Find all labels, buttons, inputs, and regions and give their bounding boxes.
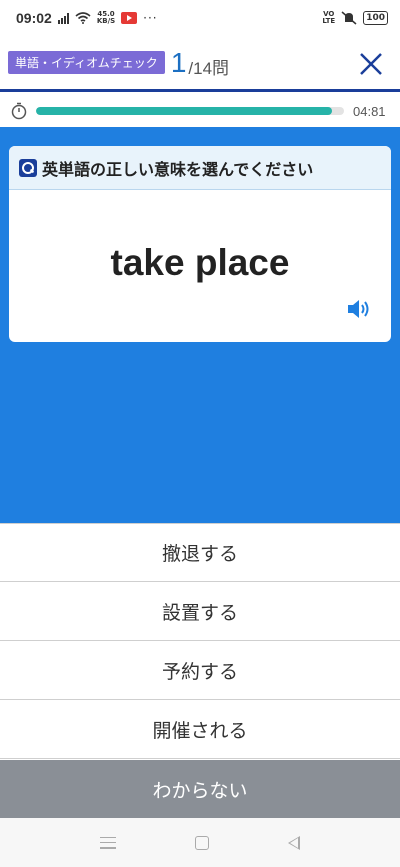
question-search-icon: [19, 158, 37, 177]
question-word: take place: [110, 242, 290, 283]
question-card-header: 英単語の正しい意味を選んでください: [9, 146, 391, 190]
battery-indicator: 100: [363, 11, 388, 25]
current-question-number: 1: [170, 46, 187, 78]
speaker-icon[interactable]: [347, 298, 373, 320]
wifi-icon: [75, 12, 91, 24]
net-speed: 45.0 KB/S: [97, 11, 115, 25]
back-icon[interactable]: [288, 835, 301, 850]
close-icon[interactable]: [356, 49, 386, 79]
quiz-type-badge: 単語・イディオムチェック: [8, 51, 165, 74]
signal-icon: [57, 12, 69, 24]
total-questions: /14問: [188, 59, 230, 78]
answer-option-2[interactable]: 設置する: [0, 582, 400, 641]
question-card: 英単語の正しい意味を選んでください take place: [9, 146, 391, 342]
dont-know-button[interactable]: わからない: [0, 760, 400, 818]
question-instruction: 英単語の正しい意味を選んでください: [42, 159, 314, 179]
timer-progress-bar: [36, 107, 344, 115]
home-icon[interactable]: [194, 835, 209, 850]
answer-list: 撤退する 設置する 予約する 開催される: [0, 523, 400, 759]
more-notifications-indicator: ···: [143, 11, 158, 25]
answer-option-4[interactable]: 開催される: [0, 700, 400, 759]
stopwatch-icon: [11, 102, 27, 120]
timer-remaining: 04:81: [353, 103, 386, 119]
youtube-icon: [121, 12, 138, 24]
answer-option-3[interactable]: 予約する: [0, 641, 400, 700]
status-bar: 09:02 45.0 KB/S ··· VO LTE 100: [0, 0, 400, 36]
question-area: 英単語の正しい意味を選んでください take place: [0, 127, 400, 523]
quiz-header: 単語・イディオムチェック 1 /14問: [0, 36, 400, 92]
volte-indicator: VO LTE: [322, 11, 335, 25]
net-speed-unit: KB/S: [96, 17, 116, 25]
timer-progress-fill: [36, 107, 332, 115]
menu-icon[interactable]: [99, 836, 116, 849]
answer-option-1[interactable]: 撤退する: [0, 523, 400, 582]
mute-icon: [341, 11, 357, 25]
timer-row: 04:81: [0, 95, 400, 127]
volte-bottom: LTE: [322, 17, 336, 25]
system-navigation-bar: [0, 818, 400, 867]
status-time: 09:02: [16, 10, 52, 26]
